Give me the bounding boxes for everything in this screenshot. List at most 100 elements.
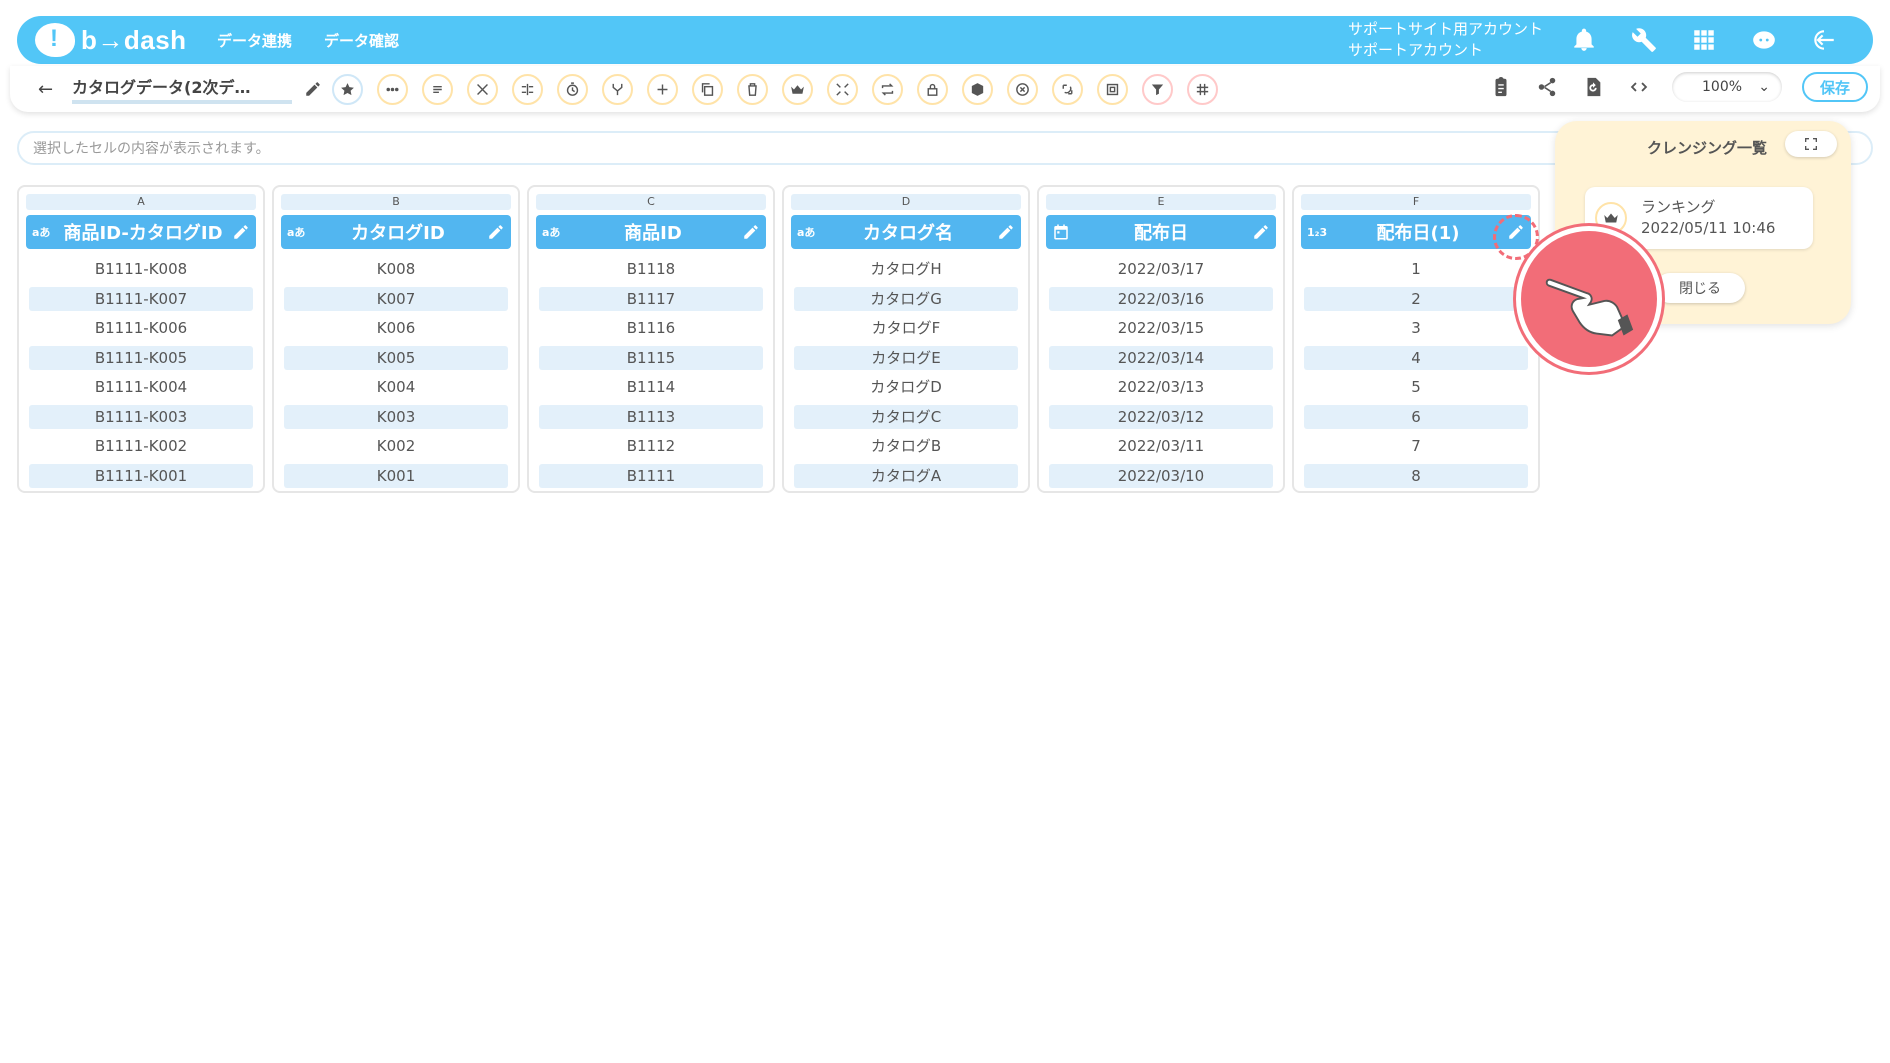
cell[interactable]: 2022/03/15 [1049, 316, 1273, 340]
cell[interactable]: B1115 [539, 345, 763, 370]
branch-icon[interactable] [602, 73, 633, 105]
clipboard-icon[interactable] [1488, 74, 1514, 100]
cell[interactable]: 2022/03/13 [1049, 375, 1273, 399]
cell[interactable]: B1118 [539, 257, 763, 281]
cell[interactable]: B1111-K002 [29, 434, 253, 458]
wrench-icon[interactable] [1629, 25, 1659, 55]
column-header[interactable]: aあ 商品ID-カタログID [26, 215, 256, 249]
edit-column-pencil-icon[interactable] [487, 223, 505, 241]
cell[interactable]: K002 [284, 434, 508, 458]
edit-title-pencil-icon[interactable] [304, 80, 322, 98]
cell[interactable]: B1111-K008 [29, 257, 253, 281]
cell[interactable]: K008 [284, 257, 508, 281]
column-header[interactable]: aあ カタログ名 [791, 215, 1021, 249]
cell[interactable]: K007 [284, 286, 508, 311]
cell[interactable]: B1116 [539, 316, 763, 340]
hash-grid-icon[interactable] [1187, 73, 1218, 105]
cell[interactable]: B1111-K004 [29, 375, 253, 399]
column-b[interactable]: B aあ カタログID K008 K007 K006 K005 K004 K00… [272, 185, 520, 493]
cell[interactable]: B1113 [539, 404, 763, 429]
copy-icon[interactable] [692, 73, 723, 105]
cell[interactable]: B1111-K005 [29, 345, 253, 370]
cell[interactable]: 1 [1304, 257, 1528, 281]
save-button[interactable]: 保存 [1802, 72, 1868, 102]
collapse-arrows-icon[interactable] [827, 73, 858, 105]
cell[interactable]: K001 [284, 463, 508, 488]
package-icon[interactable] [962, 73, 993, 105]
cell[interactable]: 2022/03/16 [1049, 286, 1273, 311]
nav-data-confirm[interactable]: データ確認 [324, 30, 399, 51]
cell[interactable]: K005 [284, 345, 508, 370]
cell[interactable]: 4 [1304, 345, 1528, 370]
frame-icon[interactable] [1097, 73, 1128, 105]
cell[interactable]: カタログB [794, 434, 1018, 458]
column-c[interactable]: C aあ 商品ID B1118 B1117 B1116 B1115 B1114 … [527, 185, 775, 493]
share-icon[interactable] [1534, 74, 1560, 100]
cell[interactable]: B1117 [539, 286, 763, 311]
cell[interactable]: 3 [1304, 316, 1528, 340]
nav-data-link[interactable]: データ連携 [217, 30, 292, 51]
cell[interactable]: カタログF [794, 316, 1018, 340]
split-merge-icon[interactable] [512, 73, 543, 105]
cell[interactable]: K006 [284, 316, 508, 340]
cell[interactable]: K004 [284, 375, 508, 399]
cell[interactable]: B1111-K006 [29, 316, 253, 340]
edit-column-pencil-icon[interactable] [1252, 223, 1270, 241]
cell[interactable]: 7 [1304, 434, 1528, 458]
column-header[interactable]: 配布日 [1046, 215, 1276, 249]
favorite-star-icon[interactable] [332, 73, 363, 105]
cell[interactable]: カタログA [794, 463, 1018, 488]
timer-icon[interactable] [557, 73, 588, 105]
cell[interactable]: 2022/03/12 [1049, 404, 1273, 429]
column-header[interactable]: aあ 商品ID [536, 215, 766, 249]
expand-button[interactable] [1785, 131, 1837, 157]
more-dots-icon[interactable] [377, 73, 408, 105]
bell-icon[interactable] [1569, 25, 1599, 55]
cut-tools-icon[interactable] [467, 73, 498, 105]
cell[interactable]: B1114 [539, 375, 763, 399]
cell[interactable]: B1111-K003 [29, 404, 253, 429]
cell[interactable]: カタログH [794, 257, 1018, 281]
refresh-expand-icon[interactable] [1052, 73, 1083, 105]
account-info[interactable]: サポートサイト用アカウント サポートアカウント [1348, 19, 1543, 61]
cell[interactable]: B1111-K007 [29, 286, 253, 311]
edit-column-pencil-icon[interactable] [232, 223, 250, 241]
trash-icon[interactable] [737, 73, 768, 105]
cell[interactable]: K003 [284, 404, 508, 429]
document-title[interactable]: カタログデータ(2次デ… [72, 74, 292, 104]
apps-grid-icon[interactable] [1689, 25, 1719, 55]
cell[interactable]: 2022/03/17 [1049, 257, 1273, 281]
cell[interactable]: B1111-K001 [29, 463, 253, 488]
add-icon[interactable] [647, 73, 678, 105]
column-a[interactable]: A aあ 商品ID-カタログID B1111-K008 B1111-K007 B… [17, 185, 265, 493]
history-icon[interactable] [1580, 74, 1606, 100]
cell[interactable]: 5 [1304, 375, 1528, 399]
cell[interactable]: 6 [1304, 404, 1528, 429]
cell[interactable]: 2022/03/14 [1049, 345, 1273, 370]
repeat-icon[interactable] [872, 73, 903, 105]
logo[interactable]: b→dash [35, 23, 195, 57]
column-header[interactable]: aあ カタログID [281, 215, 511, 249]
column-d[interactable]: D aあ カタログ名 カタログH カタログG カタログF カタログE カタログD… [782, 185, 1030, 493]
cell[interactable]: カタログC [794, 404, 1018, 429]
cancel-circle-icon[interactable] [1007, 73, 1038, 105]
cell[interactable]: カタログD [794, 375, 1018, 399]
code-icon[interactable] [1626, 74, 1652, 100]
crown-ranking-icon[interactable] [782, 73, 813, 105]
close-button[interactable]: 閉じる [1655, 273, 1745, 303]
text-lines-icon[interactable] [422, 73, 453, 105]
cell[interactable]: B1111 [539, 463, 763, 488]
cell[interactable]: 2 [1304, 286, 1528, 311]
filter-icon[interactable] [1142, 73, 1173, 105]
edit-column-pencil-icon[interactable] [742, 223, 760, 241]
back-arrow-icon[interactable]: ← [38, 79, 62, 100]
logout-icon[interactable] [1809, 25, 1839, 55]
cell[interactable]: 2022/03/11 [1049, 434, 1273, 458]
column-e[interactable]: E 配布日 2022/03/17 2022/03/16 2022/03/15 2… [1037, 185, 1285, 493]
edit-column-pencil-icon[interactable] [997, 223, 1015, 241]
cell[interactable]: カタログE [794, 345, 1018, 370]
cell[interactable]: B1112 [539, 434, 763, 458]
lock-convert-icon[interactable] [917, 73, 948, 105]
support-character-icon[interactable] [1749, 25, 1779, 55]
zoom-select[interactable]: 100% ⌄ [1672, 72, 1782, 102]
